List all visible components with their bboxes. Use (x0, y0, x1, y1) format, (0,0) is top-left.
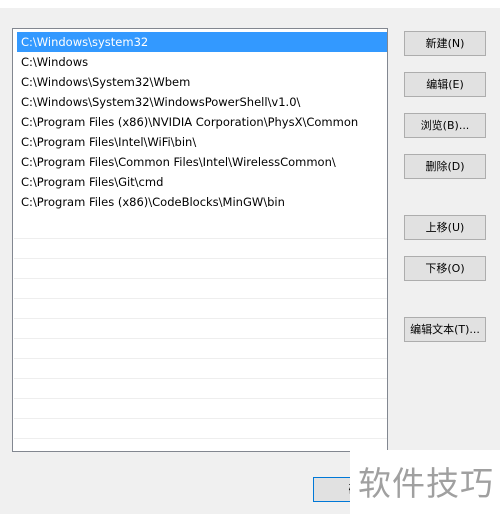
list-item[interactable]: C:\Windows (17, 52, 387, 72)
list-item[interactable]: C:\Program Files (x86)\CodeBlocks\MinGW\… (17, 192, 387, 212)
new-button[interactable]: 新建(N) (404, 31, 486, 56)
list-gridline (14, 418, 387, 419)
list-gridline (14, 238, 387, 239)
list-gridline (14, 298, 387, 299)
list-gridline (14, 338, 387, 339)
list-item[interactable]: C:\Program Files\Common Files\Intel\Wire… (17, 152, 387, 172)
list-item[interactable]: C:\Windows\System32\Wbem (17, 72, 387, 92)
list-gridline (14, 278, 387, 279)
list-gridline (14, 398, 387, 399)
edit-text-button[interactable]: 编辑文本(T)... (404, 317, 486, 342)
browse-button[interactable]: 浏览(B)... (404, 113, 486, 138)
dialog-top-edge (0, 0, 500, 8)
list-item[interactable]: C:\Program Files\Git\cmd (17, 172, 387, 192)
watermark-text: 软件技巧 (350, 450, 500, 522)
list-gridline (14, 258, 387, 259)
list-gridline (14, 438, 387, 439)
list-gridline (14, 358, 387, 359)
list-gridline (14, 378, 387, 379)
edit-button[interactable]: 编辑(E) (404, 72, 486, 97)
list-item[interactable]: C:\Program Files\Intel\WiFi\bin\ (17, 132, 387, 152)
list-item[interactable]: C:\Windows\system32 (17, 32, 387, 52)
list-gridline (14, 318, 387, 319)
list-item[interactable]: C:\Program Files (x86)\NVIDIA Corporatio… (17, 112, 387, 132)
environment-path-list[interactable]: C:\Windows\system32 C:\Windows C:\Window… (12, 28, 388, 452)
delete-button[interactable]: 删除(D) (404, 154, 486, 179)
move-up-button[interactable]: 上移(U) (404, 215, 486, 240)
move-down-button[interactable]: 下移(O) (404, 256, 486, 281)
list-item[interactable]: C:\Windows\System32\WindowsPowerShell\v1… (17, 92, 387, 112)
